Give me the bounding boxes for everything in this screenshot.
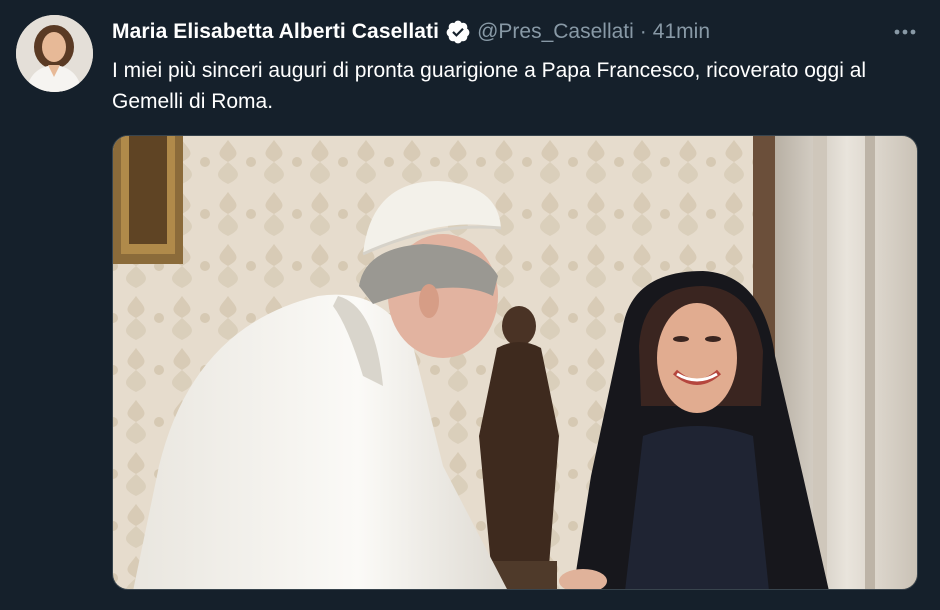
ellipsis-icon[interactable] [890, 22, 920, 42]
separator-dot: · [639, 20, 647, 43]
verified-badge-icon [445, 19, 471, 45]
tweet-photo[interactable] [112, 135, 918, 590]
tweet-timestamp[interactable]: 41min [653, 20, 710, 44]
author-handle[interactable]: @Pres_Casellati [477, 20, 634, 44]
tweet-header: Maria Elisabetta Alberti Casellati @Pres… [112, 17, 710, 47]
avatar[interactable] [16, 15, 93, 92]
tweet-text: I miei più sinceri auguri di pronta guar… [112, 59, 867, 113]
author-display-name[interactable]: Maria Elisabetta Alberti Casellati [112, 20, 439, 44]
tweet[interactable]: Maria Elisabetta Alberti Casellati @Pres… [0, 0, 940, 610]
